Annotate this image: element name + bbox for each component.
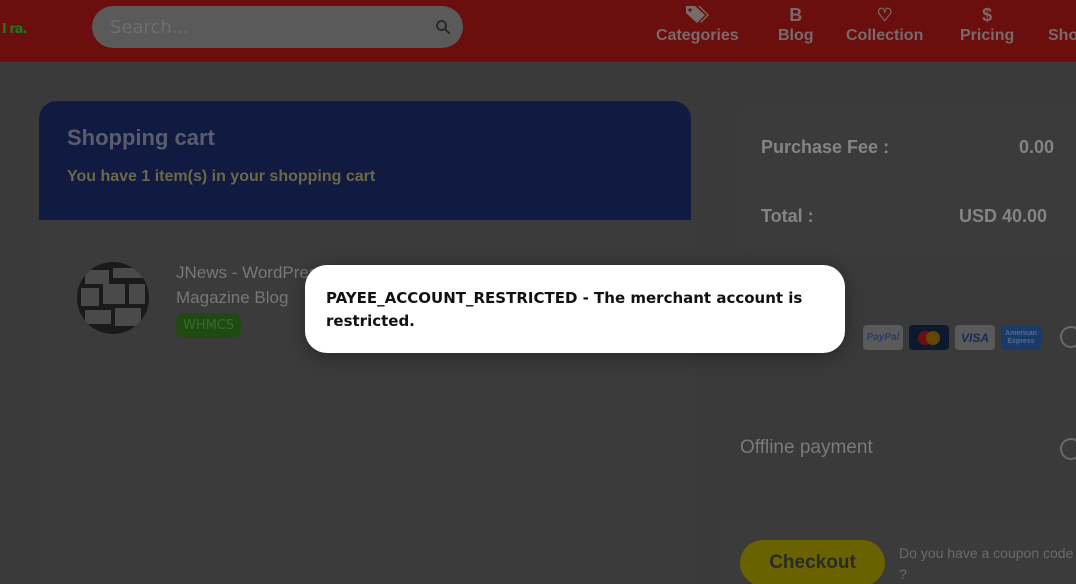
cart-title: Shopping cart — [67, 125, 215, 150]
search-input[interactable] — [110, 6, 410, 48]
top-navbar: I ra. Categories B Blog ♡ Collection $ P… — [0, 0, 1076, 62]
search-bar — [92, 6, 463, 48]
total-value: USD 40.00 — [959, 206, 1048, 226]
nav-pricing[interactable]: $ Pricing — [960, 4, 1014, 54]
mastercard-icon — [909, 325, 949, 350]
purchase-fee-label: Purchase Fee : — [761, 137, 890, 157]
total-label: Total : — [761, 206, 814, 226]
nav-collection[interactable]: ♡ Collection — [846, 4, 923, 54]
coupon-link[interactable]: Do you have a coupon code ? — [899, 543, 1076, 584]
nav-categories[interactable]: Categories — [656, 4, 739, 54]
nav-pricing-label: Pricing — [960, 27, 1015, 44]
online-payment-radio[interactable] — [1060, 326, 1076, 348]
visa-icon: VISA — [955, 325, 995, 350]
offline-payment-radio[interactable] — [1060, 438, 1076, 460]
product-category-badge: WHMCS — [176, 313, 242, 338]
nav-shop[interactable]: Sho — [1048, 4, 1076, 54]
bold-b-icon: B — [789, 5, 803, 25]
tags-icon — [656, 4, 739, 26]
error-message: PAYEE_ACCOUNT_RESTRICTED - The merchant … — [326, 289, 803, 330]
product-thumbnail[interactable] — [77, 262, 149, 334]
nav-collection-label: Collection — [846, 27, 924, 44]
dollar-icon: $ — [982, 5, 993, 25]
heart-icon: ♡ — [876, 5, 893, 25]
error-modal: PAYEE_ACCOUNT_RESTRICTED - The merchant … — [305, 265, 845, 353]
nav-blog-label: Blog — [778, 27, 814, 44]
order-summary — [741, 105, 1076, 255]
offline-payment-label: Offline payment — [740, 437, 873, 458]
nav-categories-label: Categories — [656, 27, 739, 44]
cart-subtitle: You have 1 item(s) in your shopping cart — [67, 168, 376, 185]
purchase-fee-value: 0.00 — [1019, 137, 1055, 157]
paypal-icon: PayPal — [863, 325, 903, 350]
amex-icon: American Express — [1001, 325, 1041, 350]
cart-header: Shopping cart You have 1 item(s) in your… — [39, 101, 691, 220]
nav-shop-label: Sho — [1048, 27, 1076, 44]
nav-blog[interactable]: B Blog — [778, 4, 814, 54]
site-logo[interactable]: I ra. — [2, 22, 27, 37]
checkout-button[interactable]: Checkout — [740, 540, 885, 584]
search-icon[interactable] — [435, 19, 451, 35]
